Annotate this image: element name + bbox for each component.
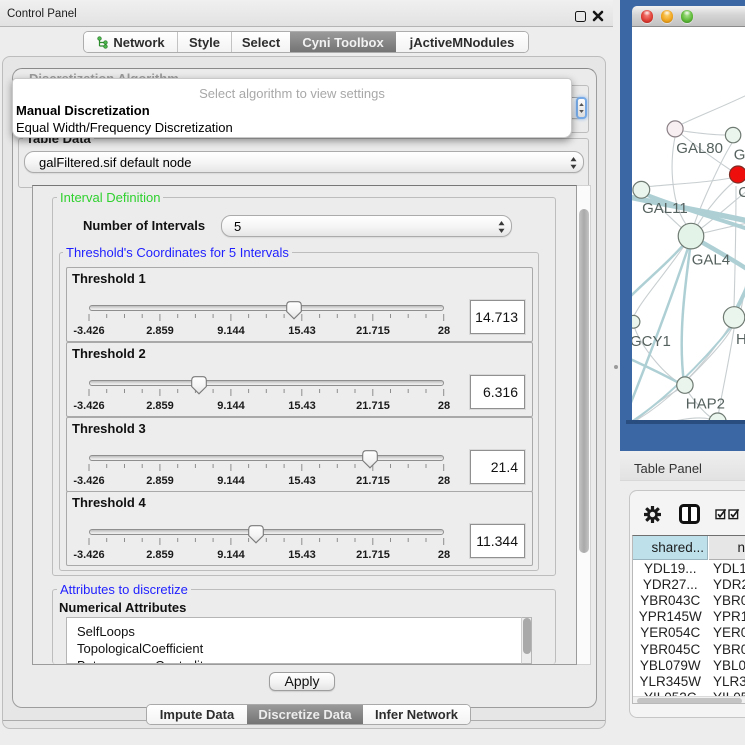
svg-text:HAP2: HAP2 [686, 395, 725, 412]
svg-text:GAL4: GAL4 [692, 251, 730, 268]
svg-text:H...: H... [736, 331, 745, 348]
svg-text:GAL80: GAL80 [676, 140, 723, 157]
svg-text:C...: C... [738, 184, 745, 201]
svg-text:GAL11: GAL11 [642, 200, 688, 217]
svg-text:G...: G... [734, 147, 745, 164]
svg-text:GCY1: GCY1 [632, 333, 671, 350]
